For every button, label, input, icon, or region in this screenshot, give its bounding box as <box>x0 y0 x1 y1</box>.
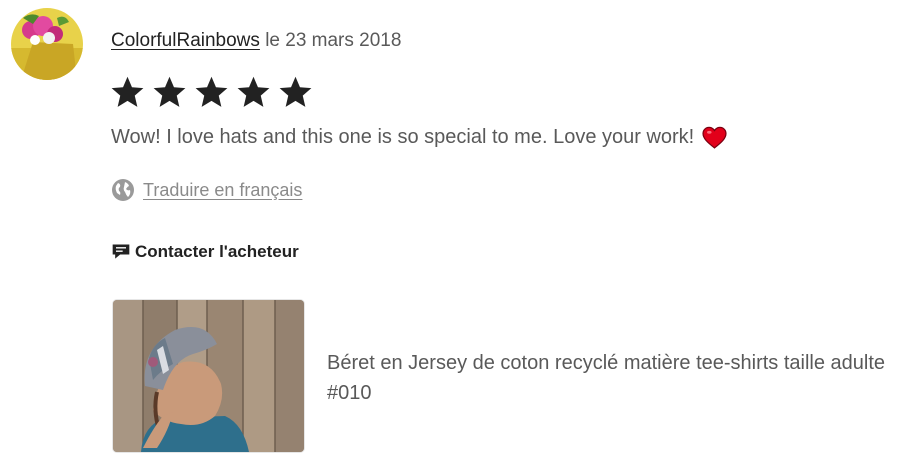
star-rating <box>109 74 314 111</box>
red-heart-icon <box>702 126 727 149</box>
avatar-image <box>11 8 83 80</box>
star-icon <box>195 76 228 107</box>
reviewer-name-link[interactable]: ColorfulRainbows <box>111 30 260 51</box>
star-icon <box>153 76 186 107</box>
contact-buyer-label: Contacter l'acheteur <box>135 242 299 261</box>
listing-image <box>113 300 304 452</box>
review-date: le 23 mars 2018 <box>265 30 402 51</box>
message-icon <box>112 244 130 259</box>
reviewer-avatar[interactable] <box>11 8 83 80</box>
review-body: Wow! I love hats and this one is so spec… <box>111 126 727 149</box>
contact-buyer-button[interactable]: Contacter l'acheteur <box>111 242 299 262</box>
globe-icon <box>112 179 134 201</box>
translate-link[interactable]: Traduire en français <box>143 180 302 201</box>
star-icon <box>237 76 270 107</box>
review-text: Wow! I love hats and this one is so spec… <box>111 126 695 148</box>
star-icon <box>279 76 312 107</box>
review-header: ColorfulRainbows le 23 mars 2018 <box>111 30 401 52</box>
translate-row: Traduire en français <box>111 178 302 202</box>
star-icon <box>111 76 144 107</box>
listing-title-link[interactable]: Béret en Jersey de coton recyclé matière… <box>327 348 902 408</box>
listing-thumbnail[interactable] <box>113 300 304 452</box>
